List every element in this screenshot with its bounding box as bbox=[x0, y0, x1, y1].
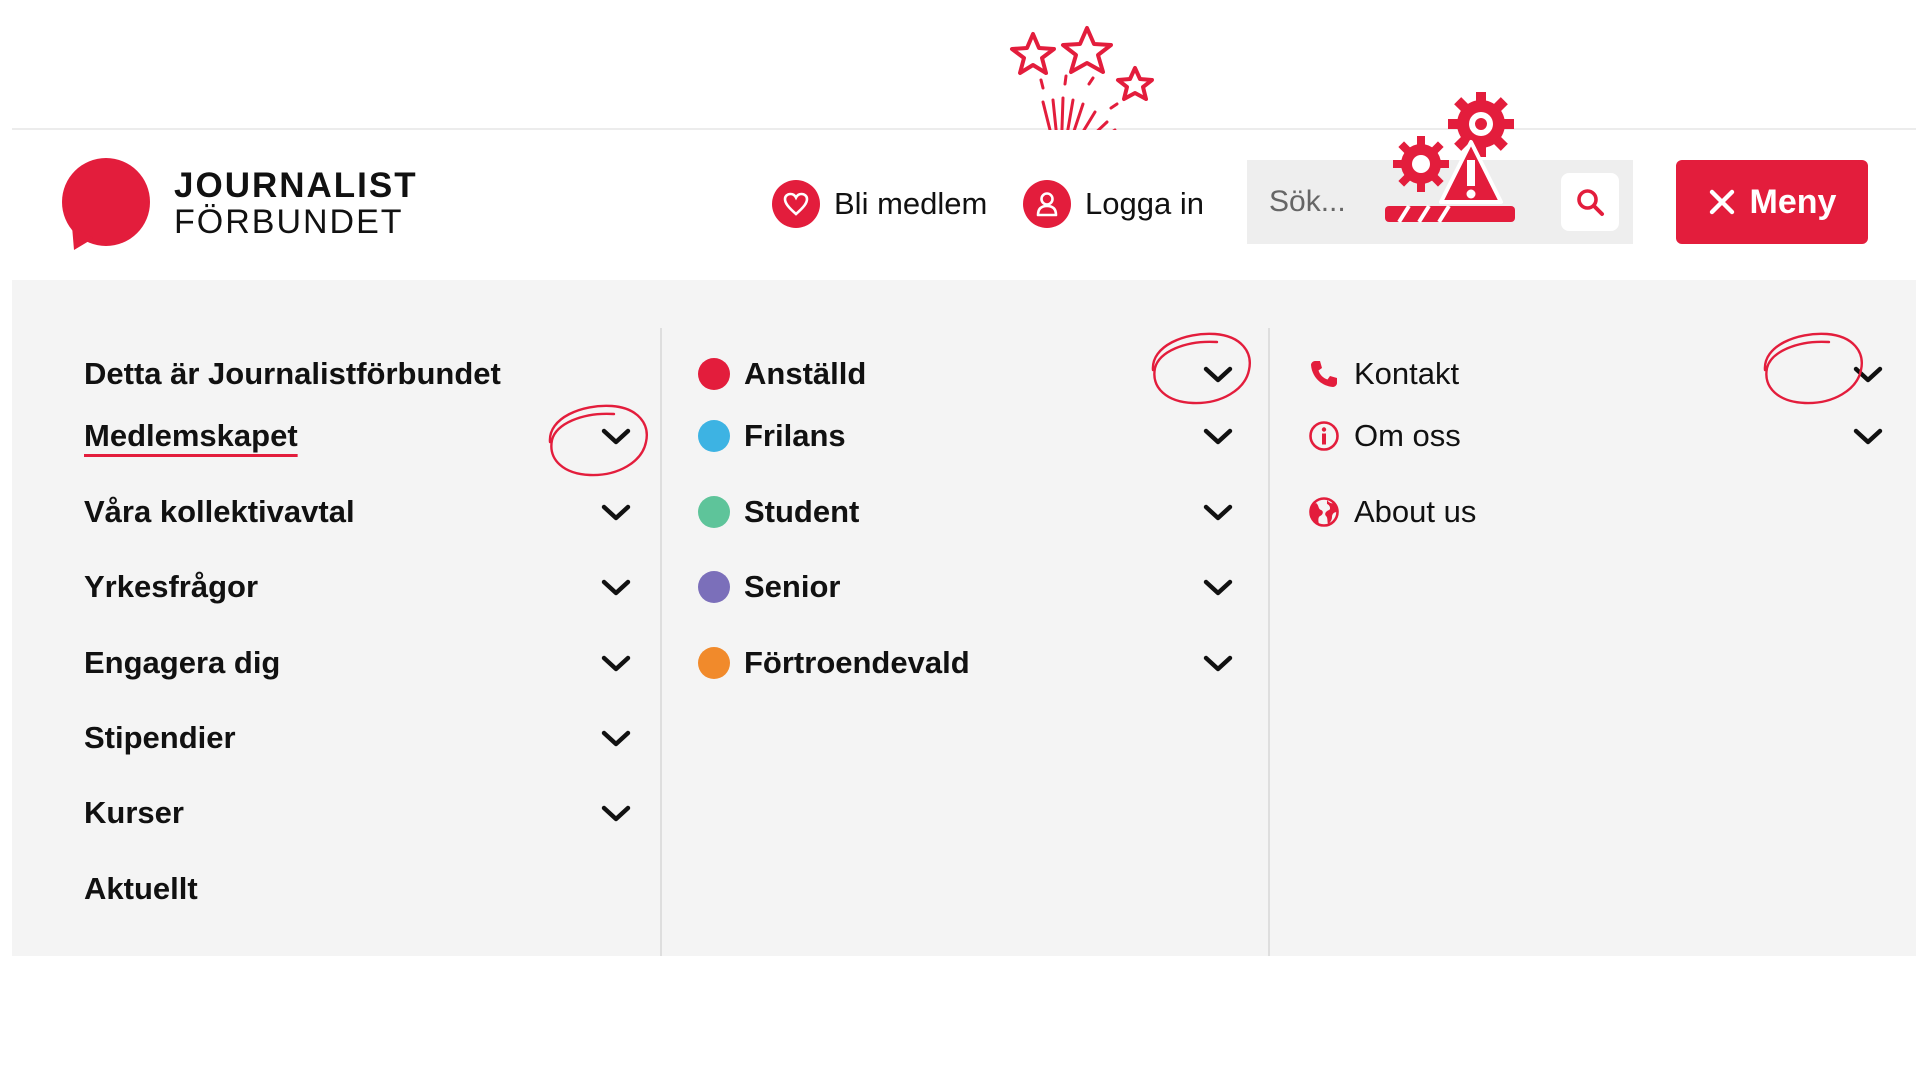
speech-bubble-logo-icon bbox=[60, 158, 152, 250]
chevron-down-icon[interactable] bbox=[598, 721, 634, 757]
status-dot-icon bbox=[698, 647, 730, 679]
menu-item-label: Anställd bbox=[744, 356, 867, 391]
phone-icon bbox=[1306, 356, 1342, 392]
menu-item-label: Medlemskapet bbox=[84, 418, 298, 453]
info-icon bbox=[1306, 418, 1342, 454]
logo-text: JOURNALIST FÖRBUNDET bbox=[174, 165, 418, 241]
menu-item-news[interactable]: Aktuellt bbox=[84, 859, 634, 919]
menu-item-label: Engagera dig bbox=[84, 645, 281, 680]
menu-item-about-federation[interactable]: Detta är Journalistförbundet bbox=[84, 344, 634, 404]
search-icon bbox=[1577, 189, 1604, 216]
gear-warning-icon bbox=[1385, 92, 1515, 224]
login-label: Logga in bbox=[1085, 186, 1204, 221]
chevron-down-icon[interactable] bbox=[1200, 646, 1236, 682]
menu-item-label: Våra kollektivavtal bbox=[84, 494, 355, 529]
chevron-down-icon[interactable] bbox=[1850, 357, 1886, 393]
menu-item-about-us-en[interactable]: About us bbox=[1306, 482, 1886, 542]
chevron-down-icon[interactable] bbox=[1200, 495, 1236, 531]
chevron-down-icon[interactable] bbox=[598, 646, 634, 682]
mega-menu-panel: Detta är Journalistförbundet Medlemskape… bbox=[12, 280, 1916, 956]
menu-item-label: Detta är Journalistförbundet bbox=[84, 356, 501, 391]
chevron-down-icon[interactable] bbox=[598, 419, 634, 455]
menu-item-get-involved[interactable]: Engagera dig bbox=[84, 633, 634, 693]
site-header: JOURNALIST FÖRBUNDET Bli medlem Logga in bbox=[12, 92, 1916, 280]
chevron-down-icon[interactable] bbox=[598, 495, 634, 531]
menu-item-label: Frilans bbox=[744, 418, 846, 453]
menu-column-info: Kontakt Om oss About us bbox=[1268, 328, 1916, 956]
login-link[interactable]: Logga in bbox=[1023, 180, 1204, 228]
user-icon bbox=[1023, 180, 1071, 228]
search-button[interactable] bbox=[1561, 173, 1619, 231]
menu-item-professional-issues[interactable]: Yrkesfrågor bbox=[84, 557, 634, 617]
menu-item-collective-agreements[interactable]: Våra kollektivavtal bbox=[84, 482, 634, 542]
logo-line-2: FÖRBUNDET bbox=[174, 202, 404, 241]
menu-item-label: Stipendier bbox=[84, 720, 236, 755]
menu-item-about-us-sv[interactable]: Om oss bbox=[1306, 406, 1886, 466]
menu-item-elected-representative[interactable]: Förtroendevald bbox=[698, 633, 1236, 693]
menu-item-senior[interactable]: Senior bbox=[698, 557, 1236, 617]
join-label: Bli medlem bbox=[834, 186, 988, 221]
menu-item-student[interactable]: Student bbox=[698, 482, 1236, 542]
menu-item-courses[interactable]: Kurser bbox=[84, 783, 634, 843]
menu-item-scholarships[interactable]: Stipendier bbox=[84, 708, 634, 768]
chevron-down-icon[interactable] bbox=[1850, 419, 1886, 455]
status-dot-icon bbox=[698, 420, 730, 452]
status-dot-icon bbox=[698, 496, 730, 528]
menu-column-member-types: Anställd Frilans Student Senior Förtroen… bbox=[660, 328, 1268, 956]
menu-item-label: About us bbox=[1354, 494, 1477, 529]
close-icon bbox=[1709, 189, 1734, 215]
status-dot-icon bbox=[698, 571, 730, 603]
menu-item-membership[interactable]: Medlemskapet bbox=[84, 406, 634, 466]
menu-item-label: Kurser bbox=[84, 795, 184, 830]
chevron-down-icon[interactable] bbox=[1200, 419, 1236, 455]
menu-column-main: Detta är Journalistförbundet Medlemskape… bbox=[12, 328, 660, 956]
menu-item-freelance[interactable]: Frilans bbox=[698, 406, 1236, 466]
logo[interactable]: JOURNALIST FÖRBUNDET bbox=[60, 158, 418, 250]
menu-button-label: Meny bbox=[1749, 182, 1837, 221]
logo-line-1: JOURNALIST bbox=[174, 165, 418, 205]
chevron-down-icon[interactable] bbox=[598, 570, 634, 606]
menu-item-label: Senior bbox=[744, 569, 841, 604]
menu-close-button[interactable]: Meny bbox=[1676, 160, 1868, 244]
chevron-down-icon[interactable] bbox=[1200, 570, 1236, 606]
status-dot-icon bbox=[698, 358, 730, 390]
menu-item-label: Kontakt bbox=[1354, 356, 1460, 391]
join-link[interactable]: Bli medlem bbox=[772, 180, 987, 228]
chevron-down-icon[interactable] bbox=[1200, 357, 1236, 393]
menu-item-label: Yrkesfrågor bbox=[84, 569, 259, 604]
menu-item-contact[interactable]: Kontakt bbox=[1306, 344, 1886, 404]
menu-item-label: Om oss bbox=[1354, 418, 1461, 453]
menu-item-label: Aktuellt bbox=[84, 871, 198, 906]
chevron-down-icon[interactable] bbox=[598, 796, 634, 832]
menu-item-employed[interactable]: Anställd bbox=[698, 344, 1236, 404]
menu-item-label: Förtroendevald bbox=[744, 645, 970, 680]
menu-item-label: Student bbox=[744, 494, 860, 529]
heart-icon bbox=[772, 180, 820, 228]
globe-icon bbox=[1306, 494, 1342, 530]
